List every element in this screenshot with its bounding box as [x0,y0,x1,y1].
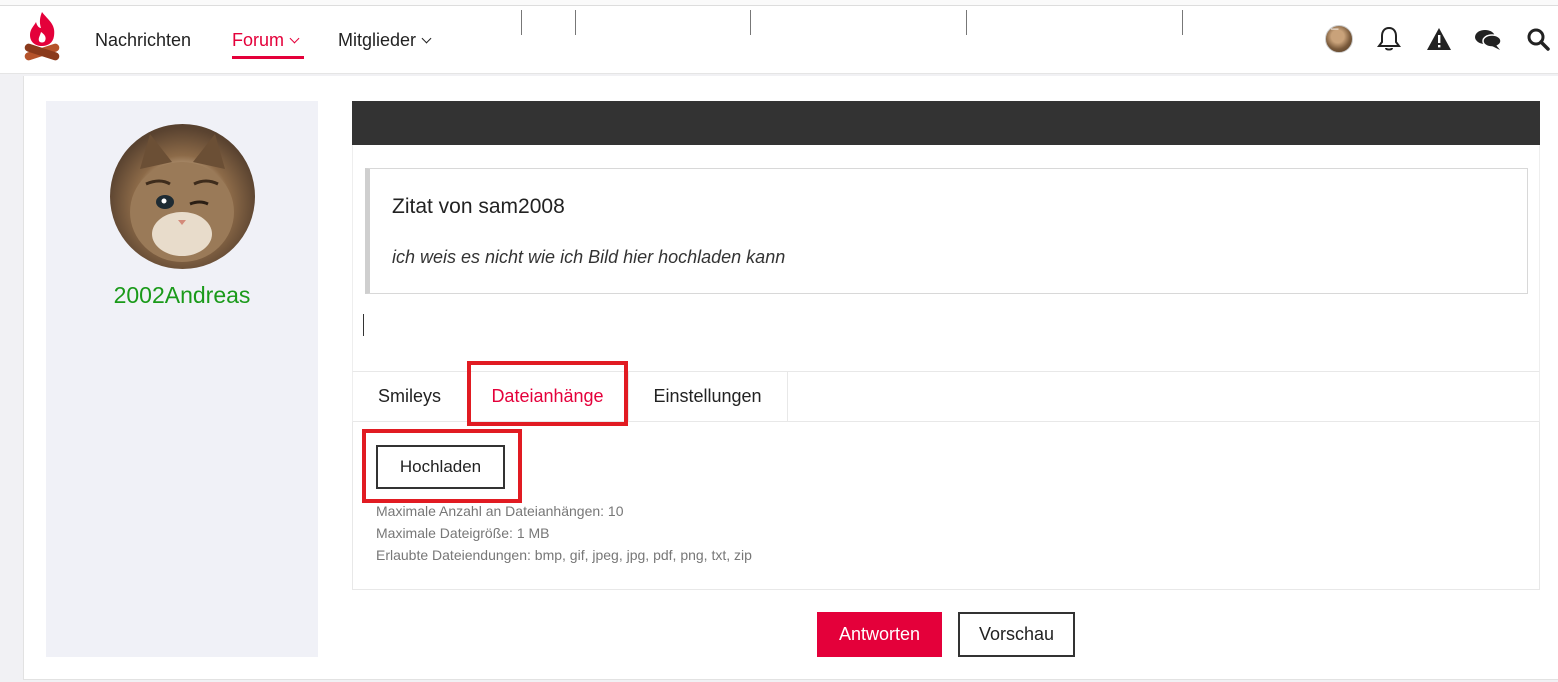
align-icon[interactable] [1018,0,1048,44]
quote-icon[interactable] [1194,0,1224,44]
nav-item-nachrichten[interactable]: Nachrichten [95,30,191,51]
attachment-limit-text: Maximale Anzahl an Dateianhängen: 10 [376,503,624,519]
toolbar-separator [1182,10,1183,35]
text-caret [363,314,364,336]
attachment-size-text: Maximale Dateigröße: 1 MB [376,525,550,541]
warning-icon[interactable] [1424,24,1454,54]
source-icon[interactable] [357,0,387,44]
quote-title: Zitat von sam2008 [392,195,565,218]
tab-dateianhaenge[interactable]: Dateianhänge [467,371,628,422]
avatar[interactable] [110,124,255,269]
list-icon[interactable] [977,0,1007,44]
tab-divider [787,372,788,422]
quote-block[interactable] [365,168,1528,294]
tab-smileys[interactable]: Smileys [352,371,467,422]
toolbar-separator [966,10,967,35]
preview-button[interactable]: Vorschau [958,612,1075,657]
toolbar-separator [575,10,576,35]
chevron-down-icon [289,33,300,44]
image-icon[interactable] [1099,0,1129,44]
link-icon[interactable] [1059,0,1089,44]
code-icon[interactable]: </> [1235,0,1265,44]
fullscreen-icon[interactable] [479,0,509,44]
redo-icon[interactable] [438,0,468,44]
superscript-icon[interactable]: x² [802,0,832,44]
nav-item-forum[interactable]: Forum [232,30,300,51]
tab-einstellungen[interactable]: Einstellungen [628,371,787,422]
submit-reply-button[interactable]: Antworten [817,612,942,657]
chat-bubbles-icon[interactable] [1473,24,1503,54]
heading-icon[interactable]: H [532,0,562,44]
nav-item-forum-label: Forum [232,30,285,50]
bold-icon[interactable]: B [586,0,616,44]
spoiler-icon[interactable] [1275,0,1305,44]
undo-icon[interactable] [398,0,428,44]
strikethrough-icon[interactable]: S [708,0,738,44]
inline-code-icon[interactable]: >_ [1316,0,1346,44]
editor-toolbar [352,101,1540,145]
italic-icon[interactable]: I [627,0,657,44]
upload-button[interactable]: Hochladen [376,445,505,489]
bell-icon[interactable] [1374,24,1404,54]
toolbar-separator [750,10,751,35]
font-size-icon[interactable]: T↕ [883,0,913,44]
toolbar-separator [521,10,522,35]
site-logo[interactable] [22,10,62,66]
username[interactable]: 2002Andreas [46,282,318,309]
attachment-extensions-text: Erlaubte Dateiendungen: bmp, gif, jpeg, … [376,547,752,563]
nav-active-underline [232,56,304,59]
subscript-icon[interactable]: x₂ [761,0,791,44]
table-icon[interactable] [1140,0,1170,44]
font-color-icon[interactable]: A [842,0,872,44]
paint-brush-icon[interactable] [924,0,954,44]
search-icon[interactable] [1523,24,1553,54]
quote-text: ich weis es nicht wie ich Bild hier hoch… [392,247,786,267]
underline-icon[interactable]: U [667,0,697,44]
